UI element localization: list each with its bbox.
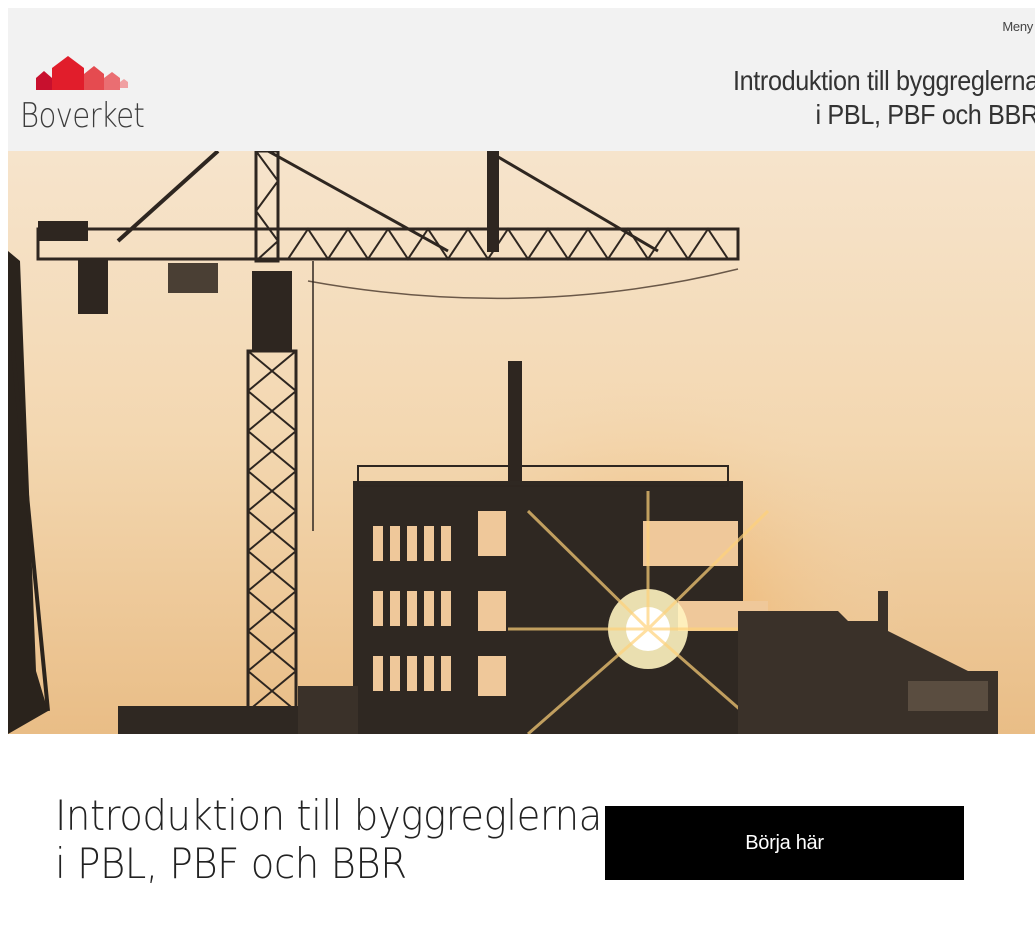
- header-title: Introduktion till byggreglerna i PBL, PB…: [733, 64, 1035, 132]
- construction-site-photo: [8, 151, 1035, 734]
- intro-title-line1: Introduktion till byggreglerna: [55, 791, 602, 840]
- page-frame: Meny Boverket Introduktion till byggregl…: [8, 8, 1035, 949]
- header-title-line2: i PBL, PBF och BBR: [815, 99, 1035, 130]
- intro-section: Introduktion till byggreglerna i PBL, PB…: [8, 734, 1035, 949]
- intro-title-line2: i PBL, PBF och BBR: [55, 839, 407, 888]
- logo-wordmark: Boverket: [20, 96, 145, 136]
- site-header: Meny Boverket Introduktion till byggregl…: [8, 8, 1035, 151]
- header-title-line1: Introduktion till byggreglerna: [733, 65, 1035, 96]
- hero-image: [8, 151, 1035, 734]
- boverket-houses-logo-icon: [36, 56, 128, 90]
- start-button[interactable]: Börja här: [605, 806, 964, 880]
- boverket-logo[interactable]: Boverket: [20, 48, 160, 138]
- menu-link[interactable]: Meny: [1002, 19, 1033, 34]
- intro-title: Introduktion till byggreglerna i PBL, PB…: [55, 792, 602, 888]
